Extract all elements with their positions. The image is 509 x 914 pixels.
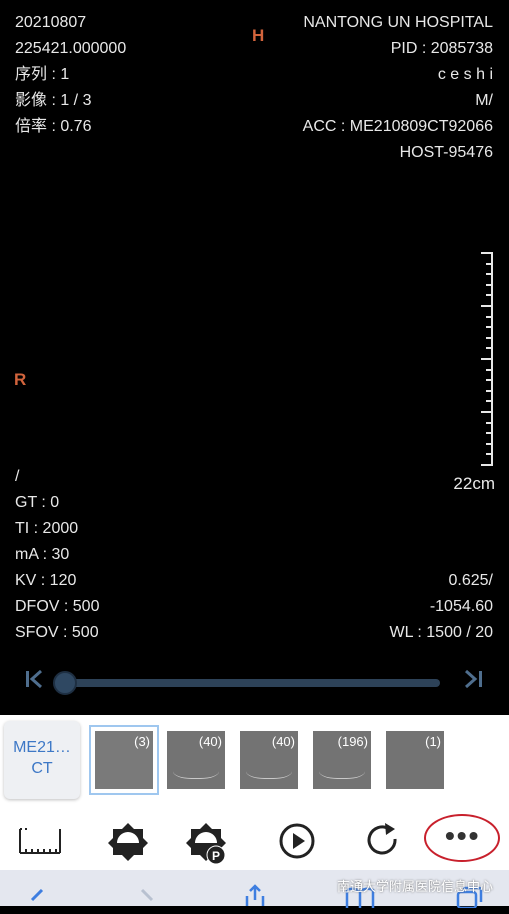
ruler-tick: [486, 421, 493, 424]
window-level: WL : 1500 / 20: [389, 624, 493, 641]
ruler-tick: [486, 389, 493, 392]
accession-number: ACC : ME210809CT92066: [302, 118, 493, 135]
ruler-tick: [486, 453, 493, 456]
ruler-tick: [486, 294, 493, 297]
image-slider[interactable]: [0, 662, 509, 702]
study-time: 225421.000000: [15, 40, 127, 57]
slice-thickness: 0.625/: [448, 572, 493, 589]
series-thumbnail[interactable]: (3): [89, 725, 159, 795]
skip-to-first-icon[interactable]: [24, 668, 46, 697]
ruler-tick: [486, 347, 493, 350]
dicom-viewer[interactable]: 20210807 225421.000000 序列 : 1 影像 : 1 / 3…: [0, 0, 509, 715]
play-icon[interactable]: [277, 821, 317, 861]
skip-to-last-icon[interactable]: [462, 668, 484, 697]
ma-value: mA : 30: [15, 546, 70, 563]
ruler-tick: [486, 336, 493, 339]
series-thumbnail[interactable]: (40): [240, 731, 298, 789]
kv-value: KV : 120: [15, 572, 77, 589]
ruler-tick: [481, 411, 493, 413]
dfov-value: DFOV : 500: [15, 598, 100, 615]
scale-ruler: [481, 252, 493, 466]
scale-label: 22cm: [453, 474, 495, 493]
ruler-tick: [486, 368, 493, 371]
thumbnail-count: (3): [134, 734, 150, 749]
hospital-name: NANTONG UN HOSPITAL: [303, 14, 493, 31]
ruler-tick: [486, 273, 493, 276]
patient-id: PID : 2085738: [390, 40, 493, 57]
study-date: 20210807: [15, 14, 87, 31]
ruler-tick: [481, 358, 493, 360]
ruler-tick: [486, 315, 493, 318]
watermark-text: 南通大学附属医院信息中心: [336, 879, 493, 894]
orientation-top-label: H: [252, 26, 265, 45]
browser-toolbar: 南通大学附属医院信息中心: [0, 870, 509, 910]
measure-ruler-icon[interactable]: [18, 821, 61, 861]
ruler-tick: [486, 400, 493, 403]
series-tab[interactable]: ME21… CT: [4, 721, 80, 799]
sfov-value: SFOV : 500: [15, 624, 99, 641]
slice-location: -1054.60: [429, 598, 493, 615]
thumbnail-count: (1): [425, 734, 441, 749]
svg-text:P: P: [212, 849, 220, 863]
ruler-tick: [481, 305, 493, 307]
thumbnail-count: (40): [271, 734, 295, 749]
series-strip: ME21… CT (3) (40) (40) (196) (1): [0, 715, 509, 807]
ruler-tick: [486, 262, 493, 265]
patient-name: c e s h i: [437, 66, 493, 83]
ruler-tick: [486, 379, 493, 382]
patient-sex: M/: [475, 92, 493, 109]
zoom-ratio: 倍率 : 0.76: [15, 118, 92, 135]
forward-icon[interactable]: [138, 888, 156, 912]
ruler-tick: [486, 283, 493, 286]
ruler-tick: [486, 326, 493, 329]
series-thumbnail[interactable]: (40): [167, 731, 225, 789]
slider-track[interactable]: [62, 679, 440, 687]
window-level-icon[interactable]: [108, 821, 148, 861]
ruler-tick: [486, 432, 493, 435]
ti-value: TI : 2000: [15, 520, 79, 537]
image-index: 影像 : 1 / 3: [15, 92, 92, 109]
reset-icon[interactable]: [363, 821, 403, 861]
orientation-left-label: R: [14, 370, 27, 389]
thumbnail-count: (40): [198, 734, 222, 749]
window-level-preset-icon[interactable]: P: [186, 821, 226, 865]
series-number: 序列 : 1: [15, 66, 70, 83]
share-icon[interactable]: [244, 884, 266, 912]
series-tab-id: ME21…: [13, 739, 71, 756]
separator-text: /: [15, 468, 20, 485]
series-thumbnail[interactable]: (1): [386, 731, 444, 789]
back-icon[interactable]: [28, 888, 46, 912]
more-icon[interactable]: •••: [445, 822, 480, 850]
host-id: HOST-95476: [399, 144, 493, 161]
tool-bar: P •••: [0, 807, 509, 870]
slider-thumb[interactable]: [53, 671, 77, 695]
ruler-tick: [481, 252, 493, 254]
thumbnail-count: (196): [337, 734, 368, 749]
ruler-tick: [481, 464, 493, 466]
series-tab-modality: CT: [31, 760, 53, 777]
ruler-tick: [486, 442, 493, 445]
gantry-tilt: GT : 0: [15, 494, 60, 511]
series-thumbnail[interactable]: (196): [313, 731, 371, 789]
